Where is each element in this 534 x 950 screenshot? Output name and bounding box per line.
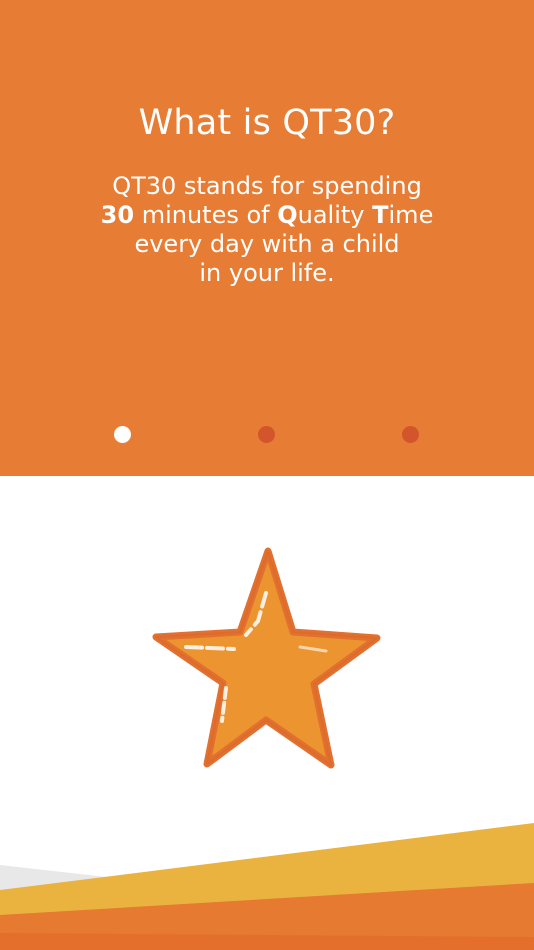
onboarding-screen: What is QT30? QT30 stands for spending 3… [0, 0, 534, 950]
star-icon [146, 543, 388, 778]
text-minutes-of: minutes of [134, 201, 278, 229]
bold-30: 30 [100, 201, 135, 229]
description-line-2: 30 minutes of Quality Time [0, 201, 534, 230]
description-line-4: in your life. [199, 259, 335, 287]
page-dot-3[interactable] [402, 426, 419, 443]
bold-q: Q [277, 201, 298, 229]
page-dot-1-active[interactable] [114, 426, 131, 443]
decorative-waves [0, 823, 534, 950]
page-title: What is QT30? [138, 103, 396, 143]
star-graphic [152, 547, 381, 769]
text-ime: ime [388, 201, 434, 229]
header-panel: What is QT30? QT30 stands for spending 3… [0, 0, 534, 476]
text-uality: uality [297, 201, 373, 229]
page-dot-2[interactable] [258, 426, 275, 443]
description-line-3: every day with a child [134, 230, 400, 258]
bold-t: T [372, 201, 389, 229]
page-indicator [0, 426, 534, 444]
description-text: QT30 stands for spending 30 minutes of Q… [0, 172, 534, 288]
description-line-1: QT30 stands for spending [112, 172, 422, 200]
